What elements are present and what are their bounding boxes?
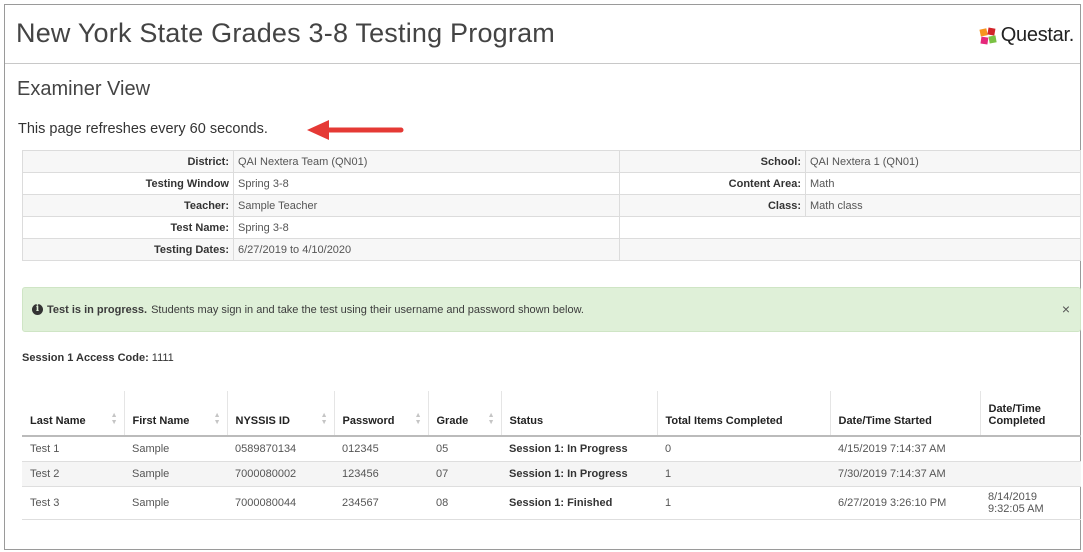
test-name-label: Test Name: — [22, 216, 234, 239]
sort-icon[interactable]: ▲ ▼ — [214, 412, 221, 426]
column-header-total-items[interactable]: Total Items Completed — [656, 391, 830, 437]
date-completed-cell — [980, 436, 1081, 462]
password-cell: 012345 — [334, 436, 428, 462]
alert-text: Students may sign in and take the test u… — [151, 303, 584, 316]
column-header-last-name[interactable]: Last Name ▲ ▼ — [22, 391, 124, 437]
access-code: Session 1 Access Code: 1111 — [22, 352, 174, 364]
sort-icon[interactable]: ▲ ▼ — [111, 412, 118, 426]
column-header-password[interactable]: Password ▲ ▼ — [333, 391, 428, 437]
questar-logo-icon — [979, 27, 997, 45]
first-name-cell: Sample — [124, 461, 227, 487]
first-name-cell: Sample — [124, 486, 227, 520]
teacher-label: Teacher: — [22, 194, 234, 217]
nyssis-id-cell: 7000080044 — [227, 486, 334, 520]
grade-cell: 05 — [428, 436, 501, 462]
info-row: Testing Window Spring 3-8 Content Area: … — [22, 172, 1081, 195]
date-completed-cell — [980, 461, 1081, 487]
last-name-cell: Test 3 — [22, 486, 124, 520]
sort-icon[interactable]: ▲ ▼ — [321, 412, 328, 426]
annotation-arrow-icon — [307, 120, 404, 140]
last-name-cell: Test 1 — [22, 436, 124, 462]
school-label: School: — [619, 150, 806, 173]
close-icon[interactable]: × — [1062, 301, 1070, 317]
items-completed-cell: 1 — [657, 461, 830, 487]
info-row: District: QAI Nextera Team (QN01) School… — [22, 150, 1081, 173]
test-name-value: Spring 3-8 — [233, 216, 620, 239]
student-roster-table: Last Name ▲ ▼ First Name ▲ ▼ NYSSIS ID ▲ ▼ Pas… — [22, 391, 1081, 520]
nyssis-id-cell: 0589870134 — [227, 436, 334, 462]
column-header-nyssis-id[interactable]: NYSSIS ID ▲ ▼ — [226, 391, 334, 437]
testing-dates-value: 6/27/2019 to 4/10/2020 — [233, 238, 620, 261]
test-info-table: District: QAI Nextera Team (QN01) School… — [22, 150, 1081, 261]
class-label: Class: — [619, 194, 806, 217]
empty-cell — [619, 216, 1081, 239]
access-code-value: 1111 — [151, 352, 174, 364]
sort-icon[interactable]: ▲ ▼ — [415, 412, 422, 426]
password-cell: 234567 — [334, 486, 428, 520]
class-value: Math class — [805, 194, 1081, 217]
status-cell: Session 1: Finished — [501, 486, 657, 520]
items-completed-cell: 0 — [657, 436, 830, 462]
column-header-first-name[interactable]: First Name ▲ ▼ — [123, 391, 227, 437]
page-title: New York State Grades 3-8 Testing Progra… — [16, 18, 555, 48]
app-header: New York State Grades 3-8 Testing Progra… — [5, 5, 1080, 64]
testing-dates-label: Testing Dates: — [22, 238, 234, 261]
items-completed-cell: 1 — [657, 486, 830, 520]
district-value: QAI Nextera Team (QN01) — [233, 150, 620, 173]
status-cell: Session 1: In Progress — [501, 461, 657, 487]
column-header-status[interactable]: Status — [500, 391, 657, 437]
info-row: Teacher: Sample Teacher Class: Math clas… — [22, 194, 1081, 217]
alert-title: Test is in progress. — [47, 303, 148, 316]
date-started-cell: 6/27/2019 3:26:10 PM — [830, 486, 980, 520]
info-row: Testing Dates: 6/27/2019 to 4/10/2020 — [22, 238, 1081, 261]
window-value: Spring 3-8 — [233, 172, 620, 195]
logo-text: Questar. — [1000, 24, 1075, 46]
date-started-cell: 7/30/2019 7:14:37 AM — [830, 461, 980, 487]
info-row: Test Name: Spring 3-8 — [22, 216, 1081, 239]
sort-icon[interactable]: ▲ ▼ — [488, 412, 495, 426]
content-area-label: Content Area: — [619, 172, 806, 195]
questar-logo: Questar. — [978, 24, 1074, 47]
nyssis-id-cell: 7000080002 — [227, 461, 334, 487]
column-header-date-started[interactable]: Date/Time Started — [829, 391, 980, 437]
access-code-label: Session 1 Access Code: — [22, 352, 149, 364]
page-frame: New York State Grades 3-8 Testing Progra… — [4, 4, 1081, 550]
last-name-cell: Test 2 — [22, 461, 124, 487]
grade-cell: 08 — [428, 486, 501, 520]
column-header-date-completed[interactable]: Date/Time Completed — [979, 391, 1081, 437]
table-row: Test 2 Sample 7000080002 123456 07 Sessi… — [22, 461, 1081, 487]
table-row: Test 1 Sample 0589870134 012345 05 Sessi… — [22, 436, 1081, 462]
date-completed-cell: 8/14/2019 9:32:05 AM — [980, 486, 1081, 520]
table-row: Test 3 Sample 7000080044 234567 08 Sessi… — [22, 486, 1081, 520]
status-cell: Session 1: In Progress — [501, 436, 657, 462]
district-label: District: — [22, 150, 234, 173]
password-cell: 123456 — [334, 461, 428, 487]
window-label: Testing Window — [22, 172, 234, 195]
page-subtitle: Examiner View — [17, 78, 151, 100]
info-icon: i — [32, 304, 43, 315]
empty-cell — [619, 238, 1081, 261]
date-started-cell: 4/15/2019 7:14:37 AM — [830, 436, 980, 462]
roster-header-row: Last Name ▲ ▼ First Name ▲ ▼ NYSSIS ID ▲ ▼ Pas… — [22, 391, 1081, 437]
first-name-cell: Sample — [124, 436, 227, 462]
content-area-value: Math — [805, 172, 1081, 195]
column-header-grade[interactable]: Grade ▲ ▼ — [427, 391, 501, 437]
refresh-notice: This page refreshes every 60 seconds. — [18, 121, 268, 137]
school-value: QAI Nextera 1 (QN01) — [805, 150, 1081, 173]
teacher-value: Sample Teacher — [233, 194, 620, 217]
grade-cell: 07 — [428, 461, 501, 487]
status-alert: i Test is in progress. Students may sign… — [22, 287, 1081, 332]
